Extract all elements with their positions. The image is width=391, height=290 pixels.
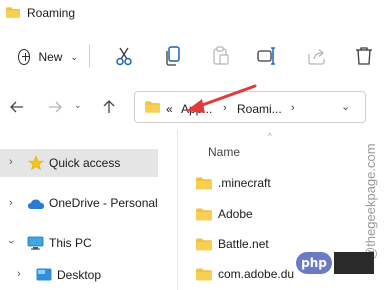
cut-icon[interactable] — [113, 45, 135, 67]
folder-icon — [196, 238, 212, 251]
new-button[interactable]: New ⌄ — [8, 44, 78, 70]
expand-chevron-icon[interactable]: › — [9, 156, 13, 168]
add-icon — [18, 49, 31, 65]
watermark-block — [334, 252, 374, 274]
file-name: Adobe — [218, 207, 253, 221]
php-watermark-badge: php — [296, 252, 332, 274]
expand-chevron-icon[interactable]: › — [17, 268, 21, 280]
svg-text:@thegeekpage.com: @thegeekpage.com — [363, 143, 378, 260]
pane-divider — [177, 130, 178, 290]
file-name: Battle.net — [218, 237, 269, 251]
address-overflow[interactable]: « — [166, 102, 173, 116]
nav-label-this-pc[interactable]: This PC — [49, 236, 92, 250]
address-separator[interactable]: › — [291, 102, 295, 114]
nav-label-desktop[interactable]: Desktop — [57, 268, 101, 282]
file-row[interactable]: Adobe — [196, 205, 316, 229]
watermark: @thegeekpage.com — [363, 143, 378, 260]
file-name: .minecraft — [218, 176, 271, 190]
folder-icon — [196, 268, 212, 281]
nav-label-quick-access: Quick access — [49, 156, 121, 170]
delete-icon[interactable] — [353, 45, 375, 67]
collapse-chevron-icon[interactable]: › — [5, 240, 17, 244]
forward-icon[interactable] — [46, 98, 64, 116]
desktop-icon — [36, 268, 52, 281]
rename-icon[interactable] — [256, 45, 278, 67]
folder-icon — [196, 177, 212, 190]
back-icon[interactable] — [8, 98, 26, 116]
folder-icon — [145, 101, 160, 113]
folder-icon — [6, 7, 20, 18]
monitor-icon — [27, 236, 44, 250]
copy-icon[interactable] — [162, 45, 184, 67]
sort-caret-icon: ^ — [268, 132, 272, 141]
folder-icon — [196, 208, 212, 221]
nav-label-onedrive[interactable]: OneDrive - Personal — [49, 196, 158, 210]
expand-chevron-icon[interactable]: › — [9, 197, 13, 209]
new-button-label: New — [38, 50, 63, 64]
star-icon — [28, 155, 44, 171]
file-row[interactable]: .minecraft — [196, 174, 316, 198]
recent-chevron-icon[interactable]: ⌄ — [74, 100, 82, 111]
cloud-icon — [28, 199, 44, 209]
toolbar-divider — [89, 44, 90, 68]
window-title: Roaming — [27, 6, 76, 20]
column-header-name[interactable]: Name — [208, 145, 240, 159]
annotation-arrow — [186, 84, 257, 113]
file-name: com.adobe.du — [218, 267, 295, 281]
chevron-down-icon: ⌄ — [70, 51, 78, 62]
paste-icon[interactable] — [210, 45, 232, 67]
share-icon[interactable] — [306, 45, 328, 67]
address-dropdown-icon[interactable]: ⌄ — [341, 100, 350, 113]
up-icon[interactable] — [100, 98, 118, 116]
